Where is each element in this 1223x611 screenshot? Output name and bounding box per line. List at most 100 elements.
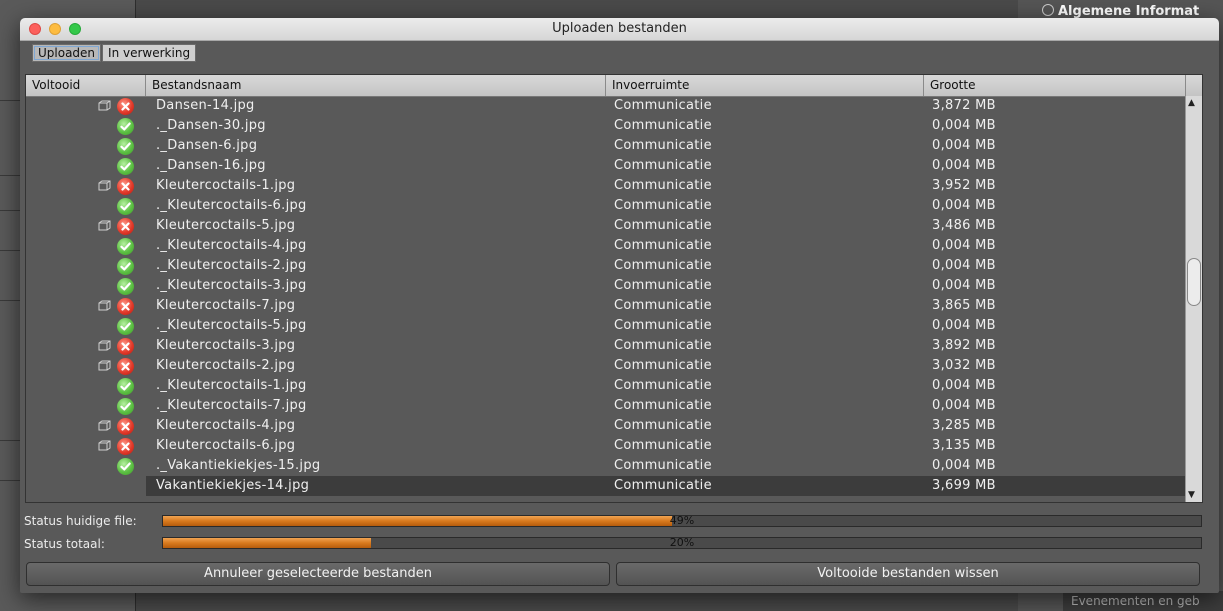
table-row[interactable]: Kleutercoctails-6.jpg Communicatie 3,135 M… [26,436,1186,456]
upload-dialog: Uploaden bestanden Uploaden In verwerkin… [20,18,1219,593]
workspace-cell: Communicatie [614,338,712,353]
vertical-scrollbar[interactable]: ▲ ▼ [1185,96,1202,502]
total-percent: 20% [669,536,695,549]
column-header-voltooid[interactable]: Voltooid [26,75,146,96]
table-row[interactable]: ._Kleutercoctails-2.jpg Communicatie 0,004… [26,256,1186,276]
folder-icon[interactable] [98,180,111,191]
status-cell [26,196,146,216]
filename-cell: ._Kleutercoctails-6.jpg [156,198,307,213]
column-header-invoerruimte[interactable]: Invoerruimte [606,75,924,96]
size-cell: 3,486 MB [932,218,996,233]
checkmark-circle-icon [117,138,134,155]
table-row[interactable]: ._Kleutercoctails-3.jpg Communicatie 0,004… [26,276,1186,296]
filename-cell: Kleutercoctails-7.jpg [156,298,296,313]
scroll-down-arrow-icon[interactable]: ▼ [1188,490,1195,500]
folder-icon[interactable] [98,100,111,111]
table-row[interactable]: ._Dansen-16.jpg Communicatie 0,004 MB [26,156,1186,176]
title-bar[interactable]: Uploaden bestanden [20,18,1219,41]
size-cell: 3,865 MB [932,298,996,313]
checkmark-circle-icon [117,378,134,395]
table-row[interactable]: Kleutercoctails-4.jpg Communicatie 3,285 M… [26,416,1186,436]
error-circle-icon [117,298,134,315]
status-cell [26,176,146,196]
workspace-cell: Communicatie [614,98,712,113]
cancel-selected-button[interactable]: Annuleer geselecteerde bestanden [26,562,610,586]
background-footer-tab[interactable]: Evenementen en geb [1063,591,1223,611]
total-progress: 20% [162,536,1202,549]
table-row[interactable]: Kleutercoctails-5.jpg Communicatie 3,486 M… [26,216,1186,236]
size-cell: 0,004 MB [932,198,996,213]
size-cell: 0,004 MB [932,138,996,153]
table-row[interactable]: ._Kleutercoctails-4.jpg Communicatie 0,004… [26,236,1186,256]
status-cell [26,156,146,176]
filename-cell: ._Dansen-30.jpg [156,118,266,133]
error-circle-icon [117,358,134,375]
table-row[interactable]: Kleutercoctails-7.jpg Communicatie 3,865 M… [26,296,1186,316]
status-cell [26,276,146,296]
filename-cell: Kleutercoctails-1.jpg [156,178,296,193]
filename-cell: Kleutercoctails-3.jpg [156,338,296,353]
table-row[interactable]: ._Dansen-6.jpg Communicatie 0,004 MB [26,136,1186,156]
tab-in-verwerking[interactable]: In verwerking [102,44,197,62]
column-header-grootte[interactable]: Grootte [924,75,1186,96]
checkmark-circle-icon [117,458,134,475]
error-circle-icon [117,218,134,235]
clear-completed-button[interactable]: Voltooide bestanden wissen [616,562,1200,586]
filename-cell: ._Kleutercoctails-4.jpg [156,238,307,253]
checkmark-circle-icon [117,238,134,255]
tab-bar: Uploaden In verwerking [32,44,197,62]
status-cell [26,356,146,376]
folder-icon[interactable] [98,420,111,431]
workspace-cell: Communicatie [614,198,712,213]
error-circle-icon [117,338,134,355]
status-cell [26,456,146,476]
workspace-cell: Communicatie [614,178,712,193]
filename-cell: Vakantiekiekjes-14.jpg [156,478,310,493]
table-row[interactable]: ._Kleutercoctails-1.jpg Communicatie 0,004… [26,376,1186,396]
table-row[interactable]: Dansen-14.jpg Communicatie 3,872 MB [26,96,1186,116]
tab-uploaden[interactable]: Uploaden [32,44,102,62]
error-circle-icon [117,98,134,115]
table-row[interactable]: ._Kleutercoctails-5.jpg Communicatie 0,004… [26,316,1186,336]
filename-cell: ._Dansen-6.jpg [156,138,258,153]
checkmark-circle-icon [117,318,134,335]
workspace-cell: Communicatie [614,158,712,173]
table-row[interactable]: Kleutercoctails-1.jpg Communicatie 3,952 M… [26,176,1186,196]
folder-icon[interactable] [98,440,111,451]
filename-cell: ._Dansen-16.jpg [156,158,266,173]
column-header-bestandsnaam[interactable]: Bestandsnaam [146,75,606,96]
table-row[interactable]: ._Vakantiekiekjes-15.jpg Communicatie 0,00… [26,456,1186,476]
status-cell [26,336,146,356]
status-cell [26,376,146,396]
error-circle-icon [117,438,134,455]
workspace-cell: Communicatie [614,118,712,133]
folder-icon[interactable] [98,300,111,311]
status-cell [26,436,146,456]
column-header-spacer [1186,75,1202,96]
table-row[interactable]: Kleutercoctails-3.jpg Communicatie 3,892 M… [26,336,1186,356]
status-cell [26,476,146,496]
size-cell: 3,699 MB [932,478,996,493]
table-row[interactable]: Kleutercoctails-2.jpg Communicatie 3,032 M… [26,356,1186,376]
table-row[interactable]: Vakantiekiekjes-14.jpg Communicatie 3,699 … [26,476,1186,496]
scroll-up-arrow-icon[interactable]: ▲ [1188,98,1195,108]
table-row[interactable]: ._Dansen-30.jpg Communicatie 0,004 MB [26,116,1186,136]
checkmark-circle-icon [117,158,134,175]
current-file-progress: 49% [162,514,1202,527]
window-title: Uploaden bestanden [552,21,687,36]
workspace-cell: Communicatie [614,258,712,273]
table-row[interactable]: ._Kleutercoctails-7.jpg Communicatie 0,004… [26,396,1186,416]
size-cell: 3,285 MB [932,418,996,433]
folder-icon[interactable] [98,220,111,231]
scrollbar-thumb[interactable] [1187,258,1201,306]
folder-icon[interactable] [98,340,111,351]
workspace-cell: Communicatie [614,318,712,333]
workspace-cell: Communicatie [614,298,712,313]
filename-cell: ._Vakantiekiekjes-15.jpg [156,458,321,473]
size-cell: 0,004 MB [932,378,996,393]
status-cell [26,216,146,236]
status-cell [26,296,146,316]
table-row[interactable]: ._Kleutercoctails-6.jpg Communicatie 0,004… [26,196,1186,216]
status-cell [26,116,146,136]
folder-icon[interactable] [98,360,111,371]
